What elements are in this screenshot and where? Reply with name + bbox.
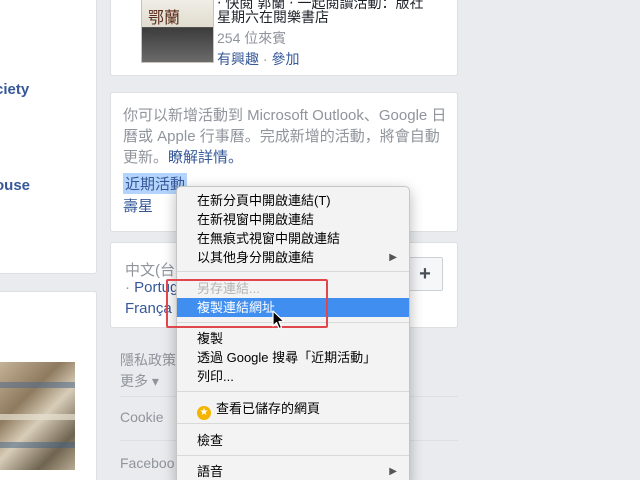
book-cover-title: 鄂蘭 xyxy=(148,8,181,27)
menu-view-saved-pages[interactable]: ★ 查看已儲存的網頁 xyxy=(177,399,409,420)
bookstore-photo[interactable] xyxy=(0,362,75,470)
menu-search-google[interactable]: 透過 Google 搜尋「近期活動」 xyxy=(177,348,409,367)
event-card: 鄂蘭 政治講座 ‧ 快閱 郭蘭 ‧ 一起閱讀活動：版社 星期六在閱樂書店 254… xyxy=(110,0,458,76)
menu-speech[interactable]: 語音 ▶ xyxy=(177,462,409,480)
left-sidebar-link-society[interactable]: ciety xyxy=(0,81,29,98)
menu-separator xyxy=(177,423,409,424)
menu-open-link-incognito[interactable]: 在無痕式視窗中開啟連結 xyxy=(177,229,409,248)
submenu-arrow-icon: ▶ xyxy=(389,466,397,477)
menu-print[interactable]: 列印... xyxy=(177,367,409,386)
language-current: 中文(台 xyxy=(125,262,175,279)
menu-view-saved-pages-label: 查看已儲存的網頁 xyxy=(216,401,321,416)
event-datetime: 星期六在閱樂書店 xyxy=(217,9,329,25)
left-sidebar-link-house[interactable]: ouse xyxy=(0,177,30,194)
event-guest-count: 254 位來賓 xyxy=(217,30,287,46)
join-link[interactable]: 參加 xyxy=(271,51,299,67)
left-photo-card xyxy=(0,291,97,480)
add-language-button[interactable]: + xyxy=(407,257,443,291)
footer-privacy-link[interactable]: 隱私政策 xyxy=(120,350,176,370)
footer-cookie-link[interactable]: Cookie xyxy=(120,409,164,425)
birthdays-link[interactable]: 壽星 xyxy=(123,195,153,216)
menu-separator xyxy=(177,271,409,272)
book-cover-subtitle: 政治講座 xyxy=(148,27,180,36)
menu-open-link-as-label: 以其他身分開啟連結 xyxy=(197,250,315,265)
menu-open-link-new-tab[interactable]: 在新分頁中開啟連結(T) xyxy=(177,191,409,210)
language-link-french[interactable]: França xyxy=(125,300,172,317)
menu-open-link-as[interactable]: 以其他身分開啟連結 ▶ xyxy=(177,248,409,267)
interested-link[interactable]: 有興趣 xyxy=(217,51,259,67)
footer-more-link[interactable]: 更多 ▾ xyxy=(120,371,159,391)
language-dot: · xyxy=(125,279,135,296)
menu-open-link-new-window[interactable]: 在新視窗中開啟連結 xyxy=(177,210,409,229)
submenu-arrow-icon: ▶ xyxy=(389,252,397,263)
event-cover-image[interactable]: 鄂蘭 政治講座 xyxy=(141,0,214,63)
menu-copy[interactable]: 複製 xyxy=(177,329,409,348)
menu-speech-label: 語音 xyxy=(197,464,224,479)
context-menu: 在新分頁中開啟連結(T) 在新視窗中開啟連結 在無痕式視窗中開啟連結 以其他身分… xyxy=(176,186,410,480)
left-sidebar-card: ciety ouse xyxy=(0,0,97,274)
footer-facebook-text: Faceboo xyxy=(120,455,175,471)
calendar-export-description: 你可以新增活動到 Microsoft Outlook、Google 日曆或 Ap… xyxy=(123,105,453,168)
menu-separator xyxy=(177,391,409,392)
menu-save-link-as: 另存連結... xyxy=(197,281,260,296)
link-separator: · xyxy=(259,51,272,67)
menu-separator xyxy=(177,322,409,323)
learn-more-link[interactable]: 瞭解詳情。 xyxy=(168,149,243,166)
mouse-pointer-icon xyxy=(272,310,285,330)
menu-copy-link-address[interactable]: 複製連結網址 xyxy=(177,298,409,317)
menu-separator xyxy=(177,455,409,456)
language-link-portuguese[interactable]: Portug xyxy=(134,279,178,296)
saved-pages-star-icon: ★ xyxy=(197,406,211,420)
menu-inspect[interactable]: 檢查 xyxy=(177,431,409,450)
